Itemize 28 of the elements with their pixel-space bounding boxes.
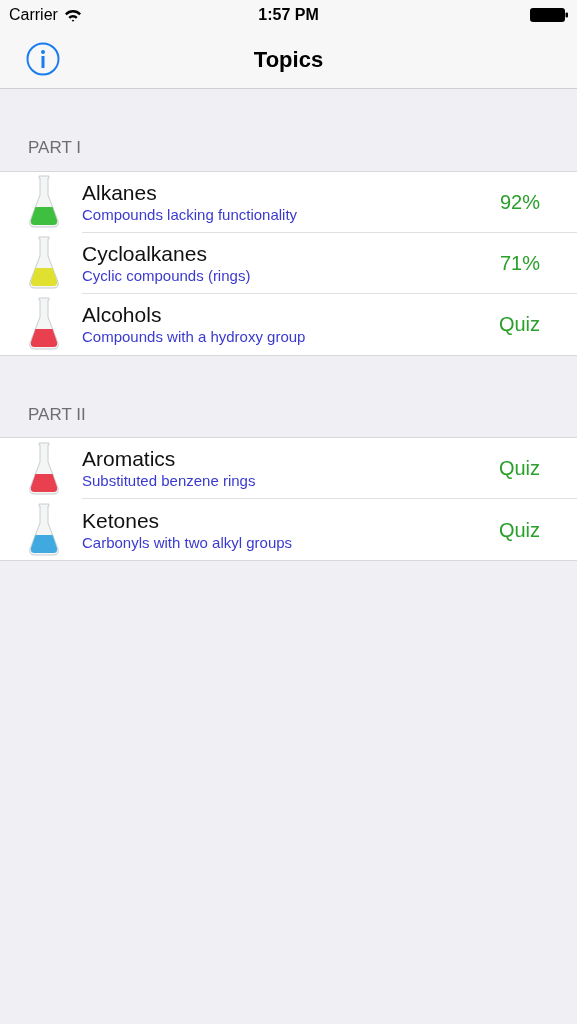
topic-score: 71%	[499, 250, 540, 276]
topic-subtitle: Carbonyls with two alkyl groups	[82, 533, 294, 552]
status-time: 1:57 PM	[258, 5, 319, 25]
topic-subtitle: Substituted benzene rings	[82, 472, 257, 490]
carrier-name: Carrier	[9, 5, 58, 25]
topic-title: Alkanes	[82, 179, 158, 206]
section-header: PART II	[28, 404, 86, 424]
topic-row[interactable]: Alkanes Compounds lacking functionality 92%	[0, 171, 577, 233]
topic-subtitle: Cyclic compounds (rings)	[82, 266, 252, 285]
topic-score: 92%	[499, 189, 540, 215]
topic-row[interactable]: Cycloalkanes Cyclic compounds (rings) 71%	[0, 232, 577, 294]
topic-title: Aromatics	[82, 446, 177, 472]
topic-title: Ketones	[82, 507, 161, 534]
topic-title: Cycloalkanes	[82, 240, 208, 267]
topic-row[interactable]: Alcohols Compounds with a hydroxy group Quiz	[0, 293, 577, 355]
topic-score: Quiz	[498, 456, 540, 481]
topic-score: Quiz	[498, 312, 540, 337]
topic-subtitle: Compounds with a hydroxy group	[82, 328, 307, 346]
topic-row[interactable]: Ketones Carbonyls with two alkyl groups Quiz	[0, 499, 577, 560]
topic-score: Quiz	[498, 517, 540, 543]
info-icon[interactable]	[26, 42, 60, 76]
topic-row[interactable]: Aromatics Substituted benzene rings Quiz	[0, 438, 577, 499]
nav-title: Topics	[253, 45, 324, 74]
wifi-icon	[63, 8, 82, 22]
topic-title: Alcohols	[82, 302, 163, 328]
topic-subtitle: Compounds lacking functionality	[82, 205, 299, 224]
battery-icon	[530, 8, 568, 22]
section-header: PART I	[28, 138, 81, 157]
